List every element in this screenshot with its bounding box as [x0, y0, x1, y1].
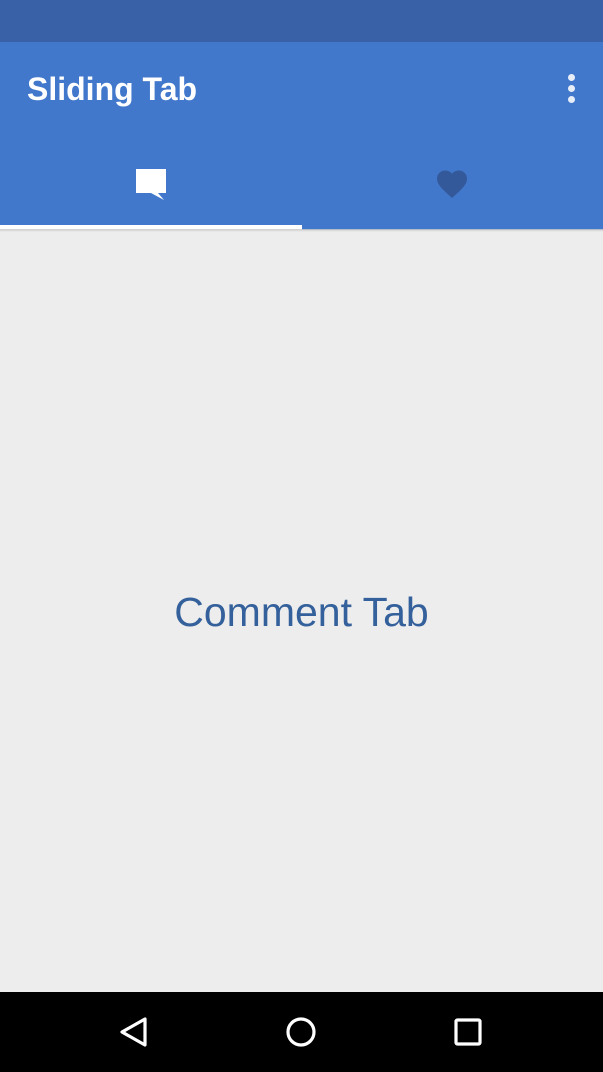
home-circle-icon: [286, 1017, 316, 1047]
recents-square-icon: [454, 1018, 482, 1046]
app-bar: Sliding Tab: [0, 42, 603, 138]
tab-strip: [0, 138, 603, 230]
navigation-bar: [0, 992, 603, 1072]
tab-favorite[interactable]: [302, 138, 603, 230]
comment-icon: [135, 169, 166, 200]
more-vert-icon-dot: [567, 84, 575, 92]
more-vert-icon: [567, 73, 575, 81]
more-vert-icon-dot: [567, 95, 575, 103]
home-button[interactable]: [261, 992, 341, 1072]
tab-content-label: Comment Tab: [174, 588, 429, 635]
back-button[interactable]: [94, 992, 174, 1072]
tab-content-area: Comment Tab: [0, 232, 603, 992]
tab-comment[interactable]: [0, 138, 302, 230]
heart-icon: [437, 170, 468, 199]
overflow-menu-button[interactable]: [559, 66, 583, 110]
recents-button[interactable]: [428, 992, 508, 1072]
app-title: Sliding Tab: [27, 71, 198, 107]
status-bar: [0, 0, 603, 42]
back-triangle-icon: [120, 1017, 147, 1047]
